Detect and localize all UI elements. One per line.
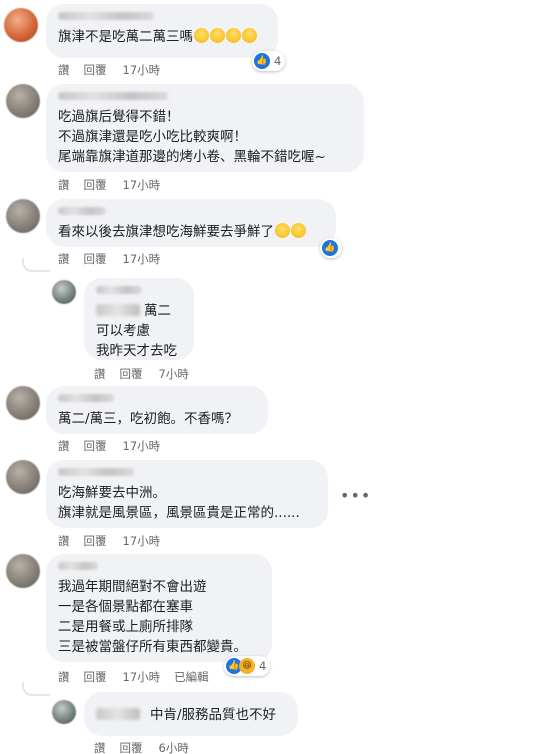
commenter-name[interactable] [96,708,140,720]
comment-bubble: 看來以後去旗津想吃海鮮要去爭鮮了 [46,199,336,247]
commenter-name[interactable] [58,207,106,215]
commenter-name[interactable] [58,12,154,20]
reply-button[interactable]: 回覆 [120,741,143,754]
avatar[interactable] [4,8,38,42]
reply-thread-line [22,258,50,272]
comment-text-line: 尾端靠旗津道那邊的烤小卷、黑輪不錯吃喔~ [58,149,326,165]
reply-button[interactable]: 回覆 [84,439,107,453]
comment-text: 旗津不是吃萬二萬三嗎 [58,29,193,45]
timestamp[interactable]: 17小時 [123,670,161,684]
avatar[interactable] [6,386,40,420]
comment-text-line: 吃海鮮要去中洲。 [58,485,166,501]
timestamp[interactable]: 17小時 [123,534,161,548]
reply-button[interactable]: 回覆 [84,63,107,77]
timestamp[interactable]: 6小時 [159,741,189,754]
laugh-emoji-icon [242,28,257,43]
comment-actions: 讚回覆 7小時 [94,366,203,382]
comment-text-line: 三是被當盤仔所有東西都變貴。 [58,639,247,655]
avatar[interactable] [6,460,40,494]
avatar[interactable] [52,700,76,724]
commenter-name[interactable] [58,92,168,100]
like-button[interactable]: 讚 [58,439,70,453]
comment-actions: 讚回覆 17小時 [58,62,174,78]
comment-text: 看來以後去旗津想吃海鮮要去爭鮮了 [58,224,274,240]
avatar[interactable] [6,84,40,118]
comment-actions: 讚回覆 17小時 [58,177,174,193]
reply-button[interactable]: 回覆 [120,367,143,381]
smile-emoji-icon [275,223,290,238]
like-button[interactable]: 讚 [58,63,70,77]
timestamp[interactable]: 17小時 [123,63,161,77]
comment-text-line: 一是各個景點都在塞車 [58,599,193,615]
comment-text-line: 可以考慮 [96,323,150,339]
like-button[interactable]: 讚 [94,741,106,754]
comment-actions: 讚回覆 17小時 [58,533,174,549]
like-button[interactable]: 讚 [58,252,70,266]
like-button[interactable]: 讚 [58,178,70,192]
comment-bubble: 萬二 可以考慮 我昨天才去吃 [84,278,194,360]
mention-tag[interactable] [96,304,140,316]
commenter-name[interactable] [58,394,114,402]
timestamp[interactable]: 17小時 [123,439,161,453]
timestamp[interactable]: 17小時 [123,178,161,192]
comment-actions: 讚 回覆 6小時 [94,740,203,754]
timestamp[interactable]: 7小時 [159,367,189,381]
avatar[interactable] [6,199,40,233]
commenter-name[interactable] [58,468,134,476]
avatar[interactable] [52,280,76,304]
reaction-count: 4 [259,659,267,673]
like-reaction-icon: 👍 [322,240,338,256]
comment-actions: 讚回覆 17小時 [58,251,174,267]
comment-bubble: 萬二/萬三，吃初飽。不香嗎？ [46,386,268,434]
like-button[interactable]: 讚 [58,670,70,684]
smile-emoji-icon [291,223,306,238]
comment-bubble: 吃海鮮要去中洲。 旗津就是風景區，風景區貴是正常的...... [46,460,328,528]
comment-bubble: 我過年期間絕對不會出遊 一是各個景點都在塞車 二是用餐或上廁所排隊 三是被當盤仔… [46,554,272,662]
reply-button[interactable]: 回覆 [84,178,107,192]
like-button[interactable]: 讚 [94,367,106,381]
comment-bubble: 吃過旗后覺得不錯！ 不過旗津還是吃小吃比較爽啊！ 尾端靠旗津道那邊的烤小卷、黑輪… [46,84,364,172]
comment-actions: 讚回覆 17小時 [58,438,174,454]
comment-text: 中肯/服務品質也不好 [150,707,277,723]
timestamp[interactable]: 17小時 [123,252,161,266]
comment-text-line: 我昨天才去吃 [96,343,177,359]
reaction-summary[interactable]: 👍 😆 4 [224,656,271,676]
comment-text: 萬二/萬三，吃初飽。不香嗎？ [58,411,239,427]
edited-label: 已編輯 [174,670,209,684]
laugh-emoji-icon [226,28,241,43]
reply-button[interactable]: 回覆 [84,252,107,266]
like-button[interactable]: 讚 [58,534,70,548]
commenter-name[interactable] [58,562,98,570]
haha-reaction-icon: 😆 [239,658,255,674]
more-options-icon[interactable]: ••• [340,486,371,505]
comment-bubble: 旗津不是吃萬二萬三嗎 [46,4,278,58]
reaction-count: 4 [274,54,282,68]
comment-actions: 讚回覆 17小時 已編輯 [58,669,223,685]
comment-text-line: 不過旗津還是吃小吃比較爽啊！ [58,129,247,145]
comment-bubble: 中肯/服務品質也不好 [84,692,298,736]
reaction-summary[interactable]: 👍 [320,238,342,258]
laugh-emoji-icon [194,28,209,43]
commenter-name[interactable] [96,286,142,294]
laugh-emoji-icon [210,28,225,43]
comment-text-line: 吃過旗后覺得不錯！ [58,109,180,125]
comment-text-line: 二是用餐或上廁所排隊 [58,619,193,635]
avatar[interactable] [6,554,40,588]
reply-button[interactable]: 回覆 [84,534,107,548]
reply-thread-line [22,682,50,696]
reply-button[interactable]: 回覆 [84,670,107,684]
comment-text-line: 旗津就是風景區，風景區貴是正常的...... [58,505,300,521]
comment-text: 萬二 [144,303,171,319]
like-reaction-icon: 👍 [254,53,270,69]
comment-text-line: 我過年期間絕對不會出遊 [58,579,207,595]
reaction-summary[interactable]: 👍 4 [252,51,286,71]
